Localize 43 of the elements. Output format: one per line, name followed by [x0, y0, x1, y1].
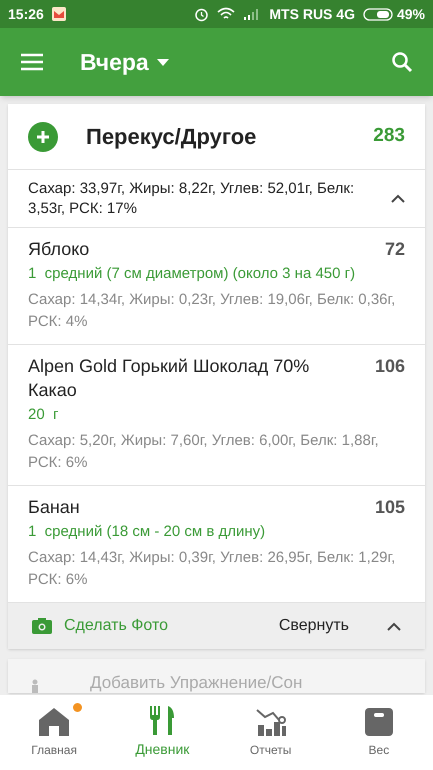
home-icon: [38, 706, 70, 736]
meal-title: Перекус/Другое: [86, 123, 256, 151]
nav-tab[interactable]: Главная: [0, 706, 108, 758]
battery-icon: [362, 8, 393, 20]
status-time: 15:26: [8, 4, 44, 24]
battery-percent: 49%: [396, 4, 425, 24]
camera-icon: [32, 618, 52, 634]
food-name: Яблоко: [28, 238, 90, 261]
food-portion: 1 средний (18 см - 20 см в длину): [28, 522, 266, 542]
nav-tab[interactable]: Вес: [324, 706, 433, 758]
food-name: Alpen Gold Горький Шоколад 70% Какао: [28, 355, 310, 402]
food-details: Сахар: 14,43г, Жиры: 0,39г, Углев: 26,95г, Белк: 1,29г, РСК: 6%: [28, 548, 396, 590]
nav-tab[interactable]: Отчеты: [216, 706, 325, 758]
food-name: Банан: [28, 496, 81, 519]
add-icon[interactable]: [28, 122, 58, 152]
menu-icon[interactable]: [20, 53, 44, 71]
collapse-button[interactable]: Свернуть: [278, 614, 349, 638]
food-item[interactable]: Яблоко 72 1 средний (7 см диаметром) (около 3 на 450 г) Сахар: 14,34г, Жиры: 0,23г, Углев: 19,06г, Белк: 0,36г, РСК: 4%: [8, 228, 425, 345]
caret-icon: [156, 58, 169, 66]
wifi-icon: [217, 7, 236, 21]
chevron-up-icon[interactable]: [391, 194, 405, 203]
food-calories: 105: [374, 496, 405, 519]
chevron-up-icon[interactable]: [387, 622, 401, 630]
meal-calories: 283: [373, 124, 405, 148]
carrier-label: MTS RUS 4G: [269, 4, 355, 24]
alarm-icon: [194, 6, 210, 22]
chart-icon: [254, 706, 287, 736]
food-portion: 1 средний (7 см диаметром) (около 3 на 450 г): [28, 264, 356, 284]
food-details: Сахар: 5,20г, Жиры: 7,60г, Углев: 6,00г, Белк: 1,88г, РСК: 6%: [28, 431, 380, 473]
date-dropdown[interactable]: Вчера: [80, 44, 169, 80]
add-exercise-label: Добавить Упражнение/Сон: [90, 673, 302, 693]
fork-knife-icon: [149, 705, 176, 735]
food-portion: 20 г: [28, 405, 60, 425]
food-calories: 106: [374, 355, 405, 378]
mail-icon: [52, 7, 66, 21]
food-item[interactable]: Alpen Gold Горький Шоколад 70% Какао 106 20 г Сахар: 5,20г, Жиры: 7,60г, Углев: 6,00г, Белк: 1,88г, РСК: 6%: [8, 345, 425, 486]
take-photo-button[interactable]: Сделать Фото: [32, 614, 168, 638]
food-calories: 72: [384, 238, 405, 261]
food-details: Сахар: 14,34г, Жиры: 0,23г, Углев: 19,06г, Белк: 0,36г, РСК: 4%: [28, 290, 396, 332]
search-icon[interactable]: [391, 51, 413, 73]
meal-summary: Сахар: 33,97г, Жиры: 8,22г, Углев: 52,01г, Белк: 3,53г, РСК: 17%: [28, 178, 356, 218]
scale-icon: [364, 706, 394, 736]
nav-tab[interactable]: Дневник: [108, 705, 216, 760]
